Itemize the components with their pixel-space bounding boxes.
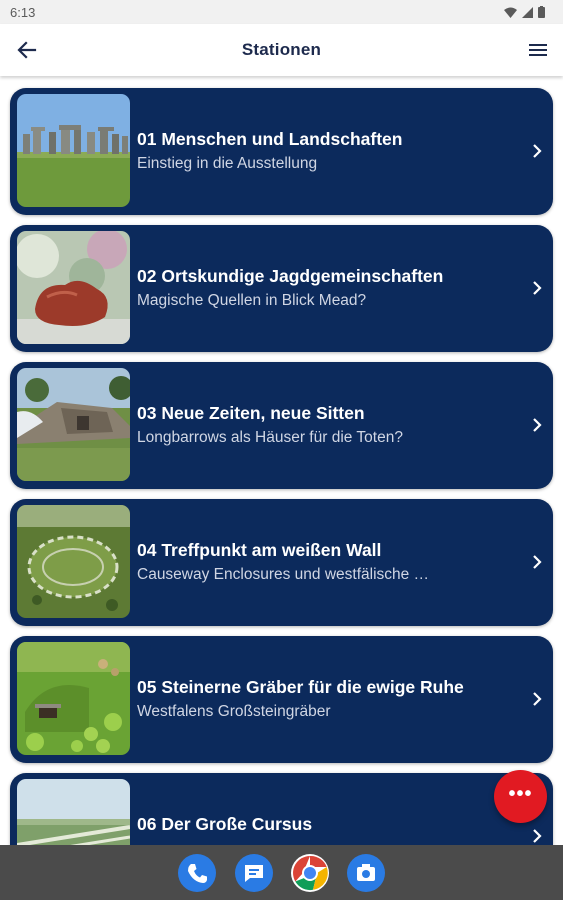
chevron-right-icon	[533, 555, 542, 569]
station-subtitle: Einstieg in die Ausstellung	[137, 155, 318, 172]
station-subtitle: Causeway Enclosures und westfälische …	[137, 566, 430, 583]
station-thumbnail	[17, 779, 130, 845]
status-bar: 6:13	[0, 0, 563, 24]
chevron-right-icon	[533, 418, 542, 432]
station-thumbnail	[17, 368, 130, 481]
messages-icon[interactable]	[235, 854, 273, 892]
station-card-05[interactable]: 05 Steinerne Gräber für die ewige Ruhe W…	[10, 636, 553, 763]
station-subtitle: Longbarrows als Häuser für die Toten?	[137, 429, 403, 446]
station-thumbnail	[17, 642, 130, 755]
camera-icon[interactable]	[347, 854, 385, 892]
station-title: 05 Steinerne Gräber für die ewige Ruhe	[137, 677, 464, 697]
station-subtitle: Magische Quellen in Blick Mead?	[137, 292, 367, 309]
page-title: Stationen	[241, 40, 322, 59]
more-horizontal-icon: •••	[508, 783, 533, 805]
station-title: 01 Menschen und Landschaften	[137, 129, 403, 149]
signal-icon	[522, 6, 533, 18]
station-card-04[interactable]: 04 Treffpunkt am weißen Wall Causeway En…	[10, 499, 553, 626]
station-thumbnail	[17, 505, 130, 618]
station-subtitle: Westfalens Großsteingräber	[137, 703, 331, 720]
station-title: 06 Der Große Cursus	[137, 814, 313, 834]
station-card-03[interactable]: 03 Neue Zeiten, neue Sitten Longbarrows …	[10, 362, 553, 489]
station-title: 02 Ortskundige Jagdgemeinschaften	[137, 266, 444, 286]
status-time: 6:13	[10, 5, 36, 20]
chevron-right-icon	[533, 829, 542, 843]
station-thumbnail	[17, 231, 130, 344]
menu-icon[interactable]	[527, 39, 549, 61]
chevron-right-icon	[533, 692, 542, 706]
wifi-icon	[504, 7, 517, 18]
status-icons	[504, 6, 545, 18]
more-options-fab[interactable]: •••	[494, 770, 547, 823]
station-list: 01 Menschen und Landschaften Einstieg in…	[0, 78, 563, 845]
chrome-icon[interactable]	[291, 854, 329, 892]
chevron-right-icon	[533, 281, 542, 295]
station-card-01[interactable]: 01 Menschen und Landschaften Einstieg in…	[10, 88, 553, 215]
android-dock	[0, 845, 563, 900]
battery-icon	[538, 6, 545, 18]
station-card-02[interactable]: 02 Ortskundige Jagdgemeinschaften Magisc…	[10, 225, 553, 352]
chevron-right-icon	[533, 144, 542, 158]
app-bar: Stationen	[0, 24, 563, 76]
station-thumbnail	[17, 94, 130, 207]
phone-icon[interactable]	[178, 854, 216, 892]
station-title: 03 Neue Zeiten, neue Sitten	[137, 403, 365, 423]
station-title: 04 Treffpunkt am weißen Wall	[137, 540, 382, 560]
station-card-06[interactable]: 06 Der Große Cursus	[10, 773, 553, 845]
